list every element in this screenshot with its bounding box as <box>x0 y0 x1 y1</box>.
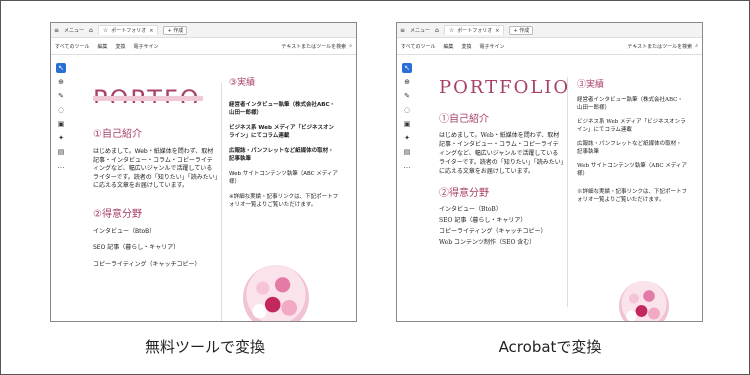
flower-image <box>243 265 309 321</box>
caption-free-tool: 無料ツールで変換 <box>144 338 265 356</box>
tool-rail: ↖ ⊕ ✎ ◌ ▣ ✦ ▤ … <box>55 63 67 171</box>
tool-rail: ↖ ⊕ ✎ ◌ ▣ ✦ ▤ … <box>401 63 413 171</box>
search-icon[interactable]: ⌕ <box>695 43 698 49</box>
flower-image <box>619 281 669 321</box>
section-heading-skills: ②得意分野 <box>93 208 142 220</box>
tab-portfolio[interactable]: ☆ ポートフォリオ × <box>443 25 505 35</box>
section-heading-skills: ②得意分野 <box>439 188 489 199</box>
left-column: PORTFO ①自己紹介 はじめまして。Web・紙媒体を問わず、取材記事・インタ… <box>93 85 218 269</box>
select-tool-icon[interactable]: ↖ <box>56 63 66 73</box>
page-title: PORTFOLIO <box>439 77 571 98</box>
works-item: Web サイトコンテンツ執筆（ABC メディア様） <box>229 171 338 185</box>
works-item: ビジネス系 Web メディア「ビジネスオンライン」にてコラム連載 <box>577 119 686 133</box>
menu-item-esign[interactable]: 電子サイン <box>479 43 504 50</box>
menu-bar: すべてのツール 編集 変換 電子サイン テキストまたはツールを検索 ⌕ <box>397 38 702 55</box>
new-button[interactable]: + 作成 <box>509 25 534 35</box>
search-label[interactable]: テキストまたはツールを検索 <box>281 43 346 50</box>
stamp-icon[interactable]: ✦ <box>402 133 412 143</box>
more-icon[interactable]: … <box>402 161 412 171</box>
section-heading-intro: ①自己紹介 <box>93 129 142 140</box>
search-icon[interactable]: ⌕ <box>349 43 352 49</box>
menu-icon[interactable]: ≡ <box>400 27 405 34</box>
menu-item-all-tools[interactable]: すべてのツール <box>55 43 89 50</box>
textbox-icon[interactable]: ▣ <box>402 119 412 129</box>
clipboard-icon[interactable]: ▤ <box>402 147 412 157</box>
caption-acrobat: Acrobatで変換 <box>498 338 602 356</box>
intro-paragraph: はじめまして。Web・紙媒体を問わず、取材記事・インタビュー・コラム・コピーライ… <box>439 132 564 175</box>
close-icon[interactable]: × <box>495 28 499 34</box>
works-note: ※詳細な実績・記事リンクは、下記ポートフォリオ一覧よりご覧いただけます。 <box>229 194 339 208</box>
home-icon[interactable]: ⌂ <box>89 27 93 34</box>
works-item: ビジネス系 Web メディア「ビジネスオンライン」にてコラム連載 <box>229 125 334 139</box>
stamp-icon[interactable]: ✦ <box>56 133 66 143</box>
select-tool-icon[interactable]: ↖ <box>402 63 412 73</box>
section-heading-intro: ①自己紹介 <box>439 114 489 125</box>
tab-bar: ≡ メニュー ⌂ ☆ ポートフォリオ × + 作成 <box>51 23 356 38</box>
pen-icon[interactable]: ✎ <box>56 91 66 101</box>
star-icon[interactable]: ☆ <box>449 27 454 34</box>
acrobat-screenshot: ≡ メニュー ⌂ ☆ ポートフォリオ × + 作成 すべてのツール 編集 変換 … <box>396 22 703 322</box>
lasso-icon[interactable]: ◌ <box>402 105 412 115</box>
menu-bar: すべてのツール 編集 変換 電子サイン テキストまたはツールを検索 ⌕ <box>51 38 356 55</box>
tab-title: ポートフォリオ <box>457 28 493 34</box>
menu-label[interactable]: メニュー <box>410 27 430 34</box>
right-column: ③実績 経営者インタビュー執筆（株式会社ABC・山田一郎様） ビジネス系 Web… <box>229 75 339 209</box>
menu-item-all-tools[interactable]: すべてのツール <box>401 43 435 50</box>
works-note: ※詳細な実績・記事リンクは、下記ポートフォリオ一覧よりご覧いただけます。 <box>577 189 688 203</box>
search-label[interactable]: テキストまたはツールを検索 <box>627 43 692 50</box>
zoom-icon[interactable]: ⊕ <box>56 77 66 87</box>
menu-label[interactable]: メニュー <box>64 27 84 34</box>
works-item: 広報誌・パンフレットなど紙媒体の取材・記事執筆 <box>229 148 334 162</box>
close-icon[interactable]: × <box>149 28 153 34</box>
menu-item-edit[interactable]: 編集 <box>443 43 453 50</box>
tab-portfolio[interactable]: ☆ ポートフォリオ × <box>97 25 159 35</box>
home-icon[interactable]: ⌂ <box>435 27 439 34</box>
pen-icon[interactable]: ✎ <box>402 91 412 101</box>
skill-item: コピーライティング（キャッチコピー） <box>93 260 201 268</box>
right-column: ③実績 経営者インタビュー執筆（株式会社ABC・山田一郎様） ビジネス系 Web… <box>577 77 687 204</box>
skill-item: インタビュー（BtoB） <box>93 227 156 235</box>
works-item: 経営者インタビュー執筆（株式会社ABC・山田一郎様） <box>577 97 683 111</box>
intro-paragraph: はじめまして。Web・紙媒体を問わず、取材記事・インタビュー・コラム・コピーライ… <box>93 148 218 189</box>
star-icon[interactable]: ☆ <box>103 27 108 34</box>
section-heading-works: ③実績 <box>229 78 256 88</box>
works-item: Web サイトコンテンツ執筆（ABC メディア様） <box>577 163 687 177</box>
section-heading-works: ③実績 <box>577 80 605 90</box>
menu-item-esign[interactable]: 電子サイン <box>133 43 158 50</box>
lasso-icon[interactable]: ◌ <box>56 105 66 115</box>
skill-item: SEO 記事（暮らし・キャリア） <box>93 244 180 251</box>
column-divider <box>567 77 568 307</box>
skill-item: SEO 記事（暮らし・キャリア） <box>439 217 527 224</box>
clipboard-icon[interactable]: ▤ <box>56 147 66 157</box>
textbox-icon[interactable]: ▣ <box>56 119 66 129</box>
free-tool-screenshot: ≡ メニュー ⌂ ☆ ポートフォリオ × + 作成 すべてのツール 編集 変換 … <box>50 22 357 322</box>
works-item: 広報誌・パンフレットなど紙媒体の取材・記事執筆 <box>577 141 682 155</box>
new-button[interactable]: + 作成 <box>163 25 188 35</box>
works-item: 経営者インタビュー執筆（株式会社ABC・山田一郎様） <box>229 102 335 116</box>
more-icon[interactable]: … <box>56 161 66 171</box>
skill-item: インタビュー（BtoB） <box>439 206 502 213</box>
page-title: PORTFO <box>93 85 218 103</box>
menu-item-edit[interactable]: 編集 <box>97 43 107 50</box>
tab-title: ポートフォリオ <box>111 28 147 34</box>
skill-item: コピーライティング（キャッチコピー） <box>439 228 547 235</box>
left-column: PORTFOLIO ①自己紹介 はじめまして。Web・紙媒体を問わず、取材記事・… <box>439 77 571 247</box>
document-page: PORTFO ①自己紹介 はじめまして。Web・紙媒体を問わず、取材記事・インタ… <box>73 55 356 321</box>
menu-item-convert[interactable]: 変換 <box>461 43 471 50</box>
menu-item-convert[interactable]: 変換 <box>115 43 125 50</box>
menu-icon[interactable]: ≡ <box>54 27 59 34</box>
zoom-icon[interactable]: ⊕ <box>402 77 412 87</box>
document-page: PORTFOLIO ①自己紹介 はじめまして。Web・紙媒体を問わず、取材記事・… <box>419 55 702 321</box>
skill-item: Web コンテンツ制作（SEO 含む） <box>439 239 536 246</box>
column-divider <box>221 83 222 321</box>
tab-bar: ≡ メニュー ⌂ ☆ ポートフォリオ × + 作成 <box>397 23 702 38</box>
